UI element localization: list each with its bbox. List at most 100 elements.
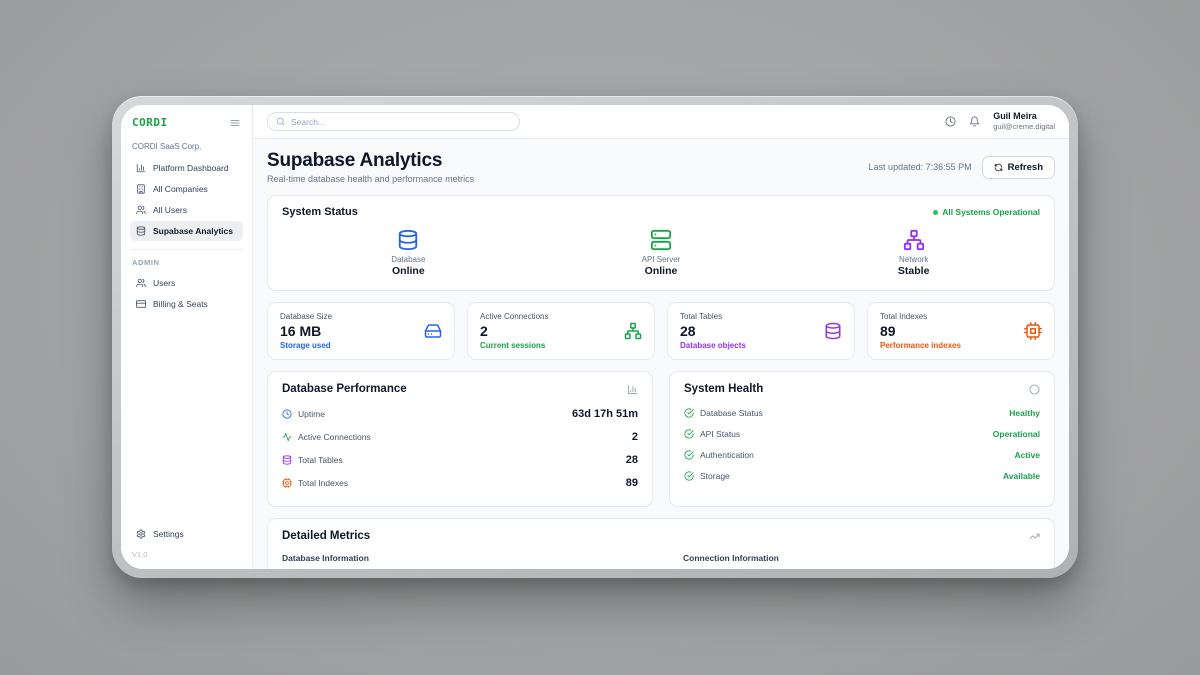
users-icon	[136, 205, 146, 215]
metric-text: Active Connections 2 Current sessions	[480, 312, 548, 350]
sidebar: CORDI CORDI SaaS Corp. Platform Dashboar…	[121, 105, 253, 569]
sidebar-item-platform-dashboard[interactable]: Platform Dashboard	[130, 158, 243, 178]
metric-text: Database Size 16 MB Storage used	[280, 312, 332, 350]
row-value: 63d 17h 51m	[572, 408, 638, 420]
status-label: API Server	[642, 255, 681, 264]
metric-value: 2	[480, 323, 548, 339]
cpu-icon	[1024, 322, 1042, 340]
page-subtitle: Real-time database health and performanc…	[267, 174, 474, 184]
status-col-network: Network Stable	[787, 229, 1040, 277]
bar-chart-icon	[627, 384, 638, 395]
metric-label: Total Indexes	[880, 312, 961, 321]
version-label: V1.0	[132, 550, 241, 559]
check-circle-icon	[684, 408, 694, 418]
clock-icon[interactable]	[945, 116, 956, 127]
row-value: Healthy	[1009, 408, 1040, 418]
search-box[interactable]	[267, 112, 520, 131]
system-status-header: System Status All Systems Operational	[282, 206, 1040, 218]
metric-sublabel: Storage used	[280, 341, 332, 350]
sidebar-item-label: Settings	[153, 529, 184, 539]
database-icon	[824, 322, 842, 340]
metric-text: Total Indexes 89 Performance indexes	[880, 312, 961, 350]
system-status-title: System Status	[282, 206, 358, 218]
performance-header: Database Performance	[282, 383, 638, 395]
metric-sublabel: Database objects	[680, 341, 746, 350]
org-label: CORDI SaaS Corp.	[132, 142, 241, 151]
sidebar-item-all-users[interactable]: All Users	[130, 200, 243, 220]
status-label: Database	[391, 255, 425, 264]
check-circle-icon	[684, 450, 694, 460]
brand-logo: CORDI	[132, 116, 168, 129]
row-value: 28	[626, 454, 638, 466]
sidebar-item-label: Platform Dashboard	[153, 163, 229, 173]
sidebar-item-all-companies[interactable]: All Companies	[130, 179, 243, 199]
column-header: Connection Information	[683, 553, 1040, 563]
user-menu[interactable]: Guil Meira guil@creme.digital	[993, 111, 1055, 132]
metric-card-total-tables: Total Tables 28 Database objects	[667, 302, 855, 360]
sidebar-item-settings[interactable]: Settings	[130, 524, 243, 544]
metric-cards: Database Size 16 MB Storage used Active …	[267, 302, 1055, 360]
row-value: Operational	[993, 429, 1040, 439]
row-label: Uptime	[298, 409, 325, 419]
app-window-inner: CORDI CORDI SaaS Corp. Platform Dashboar…	[121, 105, 1069, 569]
status-label: Network	[899, 255, 928, 264]
sidebar-item-billing-seats[interactable]: Billing & Seats	[130, 294, 243, 314]
check-circle-icon	[684, 429, 694, 439]
page-content: Supabase Analytics Real-time database he…	[253, 139, 1069, 569]
network-icon	[903, 229, 925, 251]
detailed-metrics-header: Detailed Metrics	[282, 530, 1040, 542]
row-label: Active Connections	[298, 432, 371, 442]
sidebar-item-users[interactable]: Users	[130, 273, 243, 293]
detailed-metrics-title: Detailed Metrics	[282, 530, 370, 542]
cpu-icon	[282, 478, 292, 488]
menu-icon[interactable]	[229, 117, 241, 129]
row-label: Total Indexes	[298, 478, 348, 488]
activity-icon	[282, 432, 292, 442]
sidebar-item-label: All Companies	[153, 184, 208, 194]
topbar-right: Guil Meira guil@creme.digital	[945, 111, 1055, 132]
status-col-api-server: API Server Online	[535, 229, 788, 277]
performance-title: Database Performance	[282, 383, 407, 395]
metric-value: 16 MB	[280, 323, 332, 339]
health-row-database-status: Database Status Healthy	[684, 402, 1040, 423]
page-header: Supabase Analytics Real-time database he…	[267, 150, 1055, 184]
database-icon	[282, 455, 292, 465]
gear-icon	[136, 529, 146, 539]
trending-up-icon	[1029, 531, 1040, 542]
detailed-metrics-columns: Database Information Database Size: 16 M…	[282, 553, 1040, 569]
sidebar-item-supabase-analytics[interactable]: Supabase Analytics	[130, 221, 243, 241]
row-label: Authentication	[700, 450, 754, 460]
server-icon	[650, 229, 672, 251]
check-circle-icon	[684, 471, 694, 481]
admin-section-label: ADMIN	[132, 258, 241, 267]
status-badge-label: All Systems Operational	[942, 207, 1040, 217]
row-label: Total Tables	[298, 455, 343, 465]
sidebar-item-label: Supabase Analytics	[153, 226, 233, 236]
refresh-button[interactable]: Refresh	[982, 156, 1055, 179]
sidebar-divider	[130, 249, 243, 250]
connection-information-column: Connection Information Active Connection…	[683, 553, 1040, 569]
search-input[interactable]	[291, 117, 511, 127]
hard-drive-icon	[424, 322, 442, 340]
user-email: guil@creme.digital	[993, 122, 1055, 131]
status-value: Online	[392, 265, 425, 277]
performance-row-total-indexes: Total Indexes 89	[282, 471, 638, 494]
row-value: Active	[1014, 450, 1040, 460]
database-icon	[136, 226, 146, 236]
performance-row-total-tables: Total Tables 28	[282, 448, 638, 471]
user-name: Guil Meira	[993, 111, 1055, 122]
status-value: Stable	[898, 265, 930, 277]
health-header: System Health	[684, 383, 1040, 395]
system-status-columns: Database Online API Server Online	[282, 229, 1040, 277]
health-row-api-status: API Status Operational	[684, 423, 1040, 444]
health-row-storage: Storage Available	[684, 465, 1040, 486]
metric-text: Total Tables 28 Database objects	[680, 312, 746, 350]
topbar: Guil Meira guil@creme.digital	[253, 105, 1069, 139]
sidebar-header: CORDI	[130, 116, 243, 129]
circle-icon	[1029, 384, 1040, 395]
credit-card-icon	[136, 299, 146, 309]
refresh-icon	[994, 163, 1003, 172]
bell-icon[interactable]	[969, 116, 980, 127]
row-label: Storage	[700, 471, 730, 481]
metric-card-active-connections: Active Connections 2 Current sessions	[467, 302, 655, 360]
